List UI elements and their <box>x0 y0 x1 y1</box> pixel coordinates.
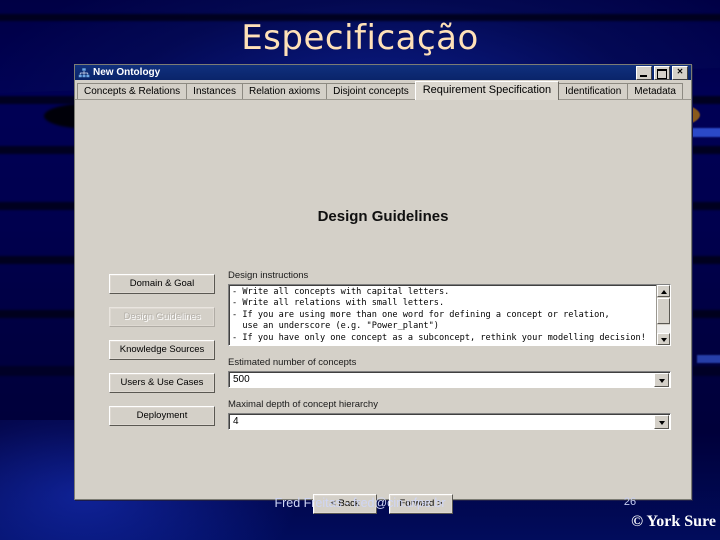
nav-button-users-use-cases[interactable]: Users & Use Cases <box>109 373 215 393</box>
nav-button-knowledge-sources[interactable]: Knowledge Sources <box>109 340 215 360</box>
close-glyph: ✕ <box>676 66 684 76</box>
scroll-up-icon[interactable] <box>657 285 670 297</box>
nav-button-domain-goal[interactable]: Domain & Goal <box>109 274 215 294</box>
slide-canvas: Especificação New Ontology ✕ Concepts & … <box>0 0 720 540</box>
scrollbar-track[interactable] <box>657 325 670 333</box>
wizard-step-nav: Domain & Goal Design Guidelines Knowledg… <box>109 274 215 439</box>
requirement-form: Design instructions - Write all concepts… <box>228 270 671 441</box>
design-instructions-field[interactable]: - Write all concepts with capital letter… <box>228 284 671 346</box>
estimated-concepts-combobox[interactable]: 500 <box>228 371 671 388</box>
scrollbar-thumb[interactable] <box>657 298 670 324</box>
tab-identification[interactable]: Identification <box>558 83 629 99</box>
tab-relation-axioms[interactable]: Relation axioms <box>241 83 328 99</box>
estimated-concepts-label: Estimated number of concepts <box>228 357 357 368</box>
background-accent-bar <box>697 355 720 363</box>
chevron-down-icon[interactable] <box>654 372 669 387</box>
max-depth-label: Maximal depth of concept hierarchy <box>228 399 378 410</box>
maximize-icon[interactable] <box>654 65 670 80</box>
minimize-icon[interactable] <box>636 65 652 80</box>
slide-page-number: 26 <box>623 496 637 508</box>
max-depth-value[interactable]: 4 <box>229 416 654 427</box>
tab-bar: Concepts & Relations Instances Relation … <box>75 80 691 100</box>
background-accent-bar <box>690 128 720 137</box>
max-depth-combobox[interactable]: 4 <box>228 413 671 430</box>
application-window: New Ontology ✕ Concepts & Relations Inst… <box>74 64 692 514</box>
window-title: New Ontology <box>93 67 161 78</box>
estimated-concepts-value[interactable]: 500 <box>229 374 654 385</box>
close-icon[interactable]: ✕ <box>672 65 688 80</box>
ontology-hierarchy-icon <box>78 67 90 78</box>
scroll-down-icon[interactable] <box>657 333 670 345</box>
nav-button-deployment[interactable]: Deployment <box>109 406 215 426</box>
tab-concepts-relations[interactable]: Concepts & Relations <box>77 83 188 99</box>
design-instructions-text[interactable]: - Write all concepts with capital letter… <box>229 285 656 345</box>
design-instructions-scrollbar[interactable] <box>656 285 670 345</box>
chevron-down-icon[interactable] <box>654 414 669 429</box>
window-client-area: Design Guidelines Domain & Goal Design G… <box>75 100 691 514</box>
nav-button-design-guidelines: Design Guidelines <box>109 307 215 327</box>
tab-metadata[interactable]: Metadata <box>627 83 683 99</box>
window-titlebar[interactable]: New Ontology ✕ <box>75 65 691 80</box>
panel-heading: Design Guidelines <box>317 208 449 225</box>
tab-disjoint-concepts[interactable]: Disjoint concepts <box>326 83 416 99</box>
tab-instances[interactable]: Instances <box>186 83 243 99</box>
window-controls: ✕ <box>636 65 689 80</box>
slide-title: Especificação <box>241 18 479 58</box>
tab-requirement-specification[interactable]: Requirement Specification <box>414 81 560 100</box>
design-instructions-label: Design instructions <box>228 270 309 281</box>
slide-copyright: © York Sure <box>631 513 716 530</box>
